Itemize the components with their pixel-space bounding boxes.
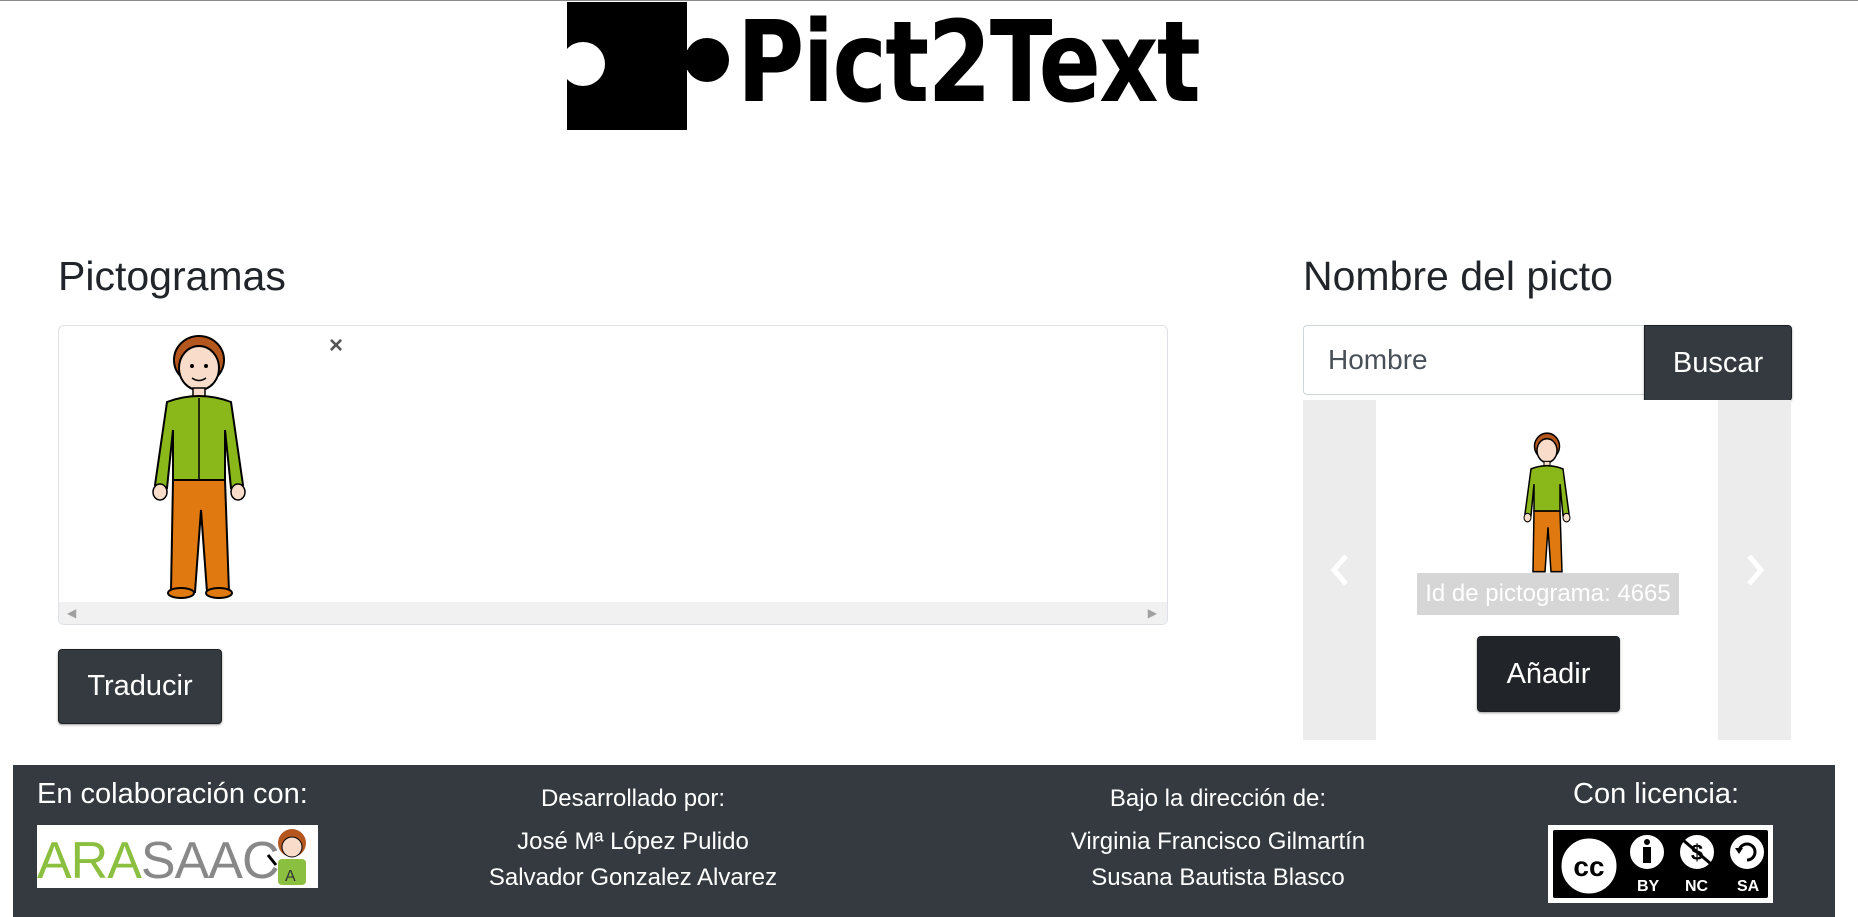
direction-title: Bajo la dirección de:	[1109, 785, 1327, 812]
cc-license-badge[interactable]: cc $ BY NC SA	[1548, 825, 1773, 903]
search-button[interactable]: Buscar	[1644, 325, 1792, 401]
logo-wordmark: Pict2Text	[737, 0, 1201, 128]
developed-title: Desarrollado por:	[540, 785, 726, 812]
result-picto[interactable]	[1517, 430, 1577, 576]
man-pictogram-icon	[152, 335, 246, 599]
cc-badge-body: cc $ BY NC SA	[1553, 830, 1768, 898]
translate-button[interactable]: Traducir	[58, 649, 222, 724]
license-label-by: BY	[1637, 878, 1660, 895]
search-title: Nombre del picto	[1303, 253, 1613, 299]
developer-name: Salvador Gonzalez Alvarez	[488, 864, 778, 891]
add-button[interactable]: Añadir	[1477, 636, 1620, 712]
director-name: Susana Bautista Blasco	[1091, 864, 1345, 891]
remove-picto-button[interactable]: ×	[329, 332, 343, 360]
scroll-right-icon[interactable]: ▶	[1148, 606, 1157, 620]
scroll-left-icon[interactable]: ◀	[67, 606, 76, 620]
cc-icon: cc	[1558, 835, 1620, 897]
license-title: Con licencia:	[1573, 778, 1740, 810]
nc-dollar-icon: $	[1678, 833, 1716, 871]
svg-text:A: A	[285, 868, 296, 885]
svg-text:cc: cc	[1573, 851, 1604, 882]
carousel-next-button[interactable]	[1718, 400, 1791, 740]
sa-share-icon	[1728, 833, 1766, 871]
search-results-carousel: Id de pictograma: 4665 Añadir	[1303, 400, 1791, 740]
pictos-title: Pictogramas	[58, 253, 286, 299]
arasaac-logo-text: ARASAAC	[37, 832, 280, 888]
license-label-nc: NC	[1685, 878, 1709, 895]
director-name: Virginia Francisco Gilmartín	[1070, 828, 1366, 855]
picto-item[interactable]	[139, 330, 259, 600]
chevron-right-icon	[1746, 554, 1764, 586]
pict2text-logo: Pict2Text	[565, 0, 1280, 132]
arasaac-child-icon: A	[266, 829, 306, 885]
picto-id-caption: Id de pictograma: 4665	[1417, 573, 1679, 615]
by-person-icon	[1628, 833, 1666, 871]
man-pictogram-icon	[1523, 432, 1571, 573]
picto-sequence-box: × ◀ ▶	[58, 325, 1168, 625]
puzzle-icon	[565, 2, 729, 130]
license-label-sa: SA	[1737, 878, 1760, 895]
arasaac-logo[interactable]: ARASAAC A	[37, 825, 318, 888]
footer: En colaboración con: ARASAAC A Desarroll…	[13, 765, 1835, 917]
horizontal-scrollbar[interactable]: ◀ ▶	[59, 602, 1167, 624]
carousel-prev-button[interactable]	[1303, 400, 1376, 740]
collab-title: En colaboración con:	[37, 778, 308, 810]
search-input[interactable]	[1303, 325, 1646, 395]
developer-name: José Mª López Pulido	[517, 828, 749, 855]
chevron-left-icon	[1330, 554, 1348, 586]
